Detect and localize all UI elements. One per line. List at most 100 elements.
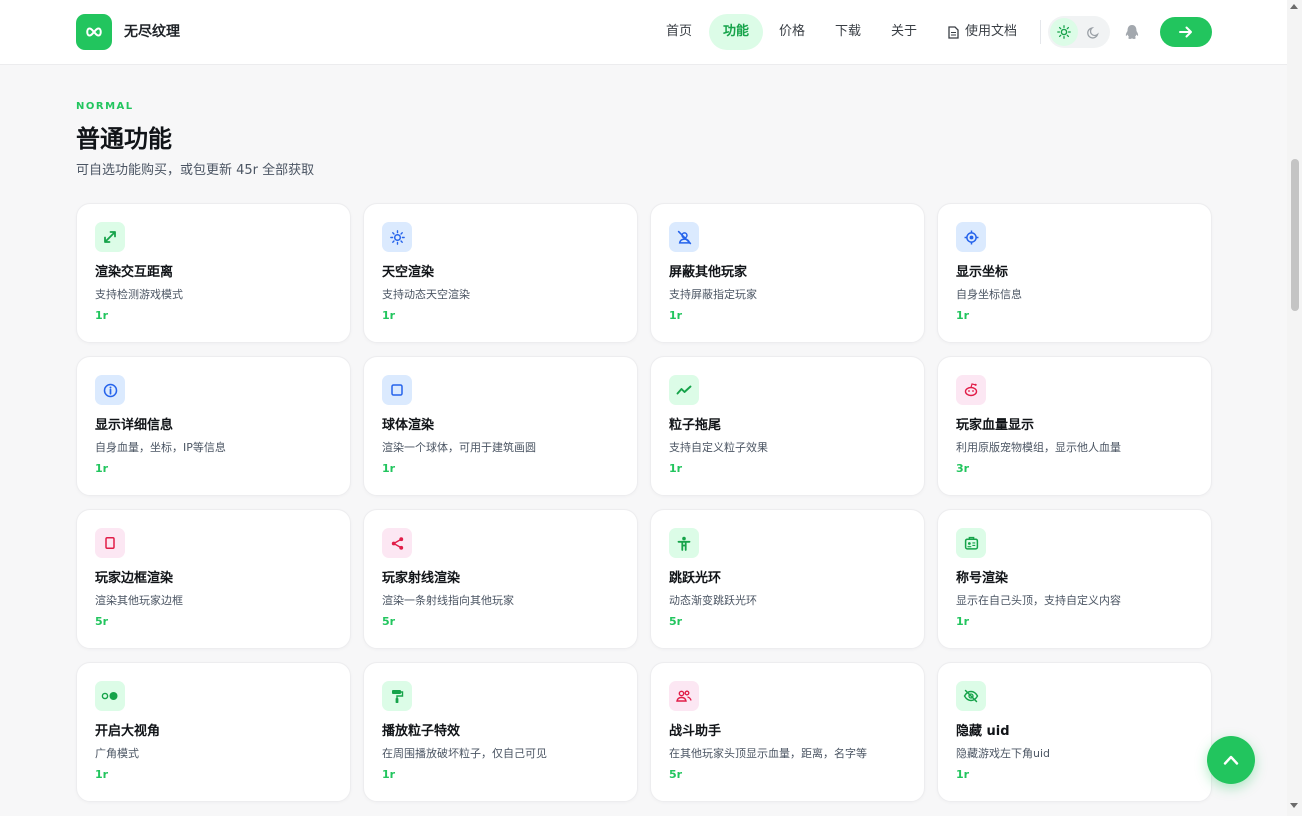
feature-description: 在其他玩家头顶显示血量，距离，名字等 <box>669 747 867 760</box>
feature-card[interactable]: 天空渲染 支持动态天空渲染 1r <box>363 203 638 343</box>
feature-price: 1r <box>956 309 970 322</box>
scrollbar-track[interactable] <box>1287 0 1302 816</box>
feature-title: 隐藏 uid <box>956 724 1010 739</box>
feature-card[interactable]: 渲染交互距离 支持检测游戏模式 1r <box>76 203 351 343</box>
arrow-right-icon <box>1179 26 1192 38</box>
feature-price: 1r <box>956 615 970 628</box>
section-subtitle: 可自选功能购买，或包更新 45r 全部获取 <box>76 163 315 178</box>
info-icon <box>95 375 125 405</box>
feature-card[interactable]: 玩家射线渲染 渲染一条射线指向其他玩家 5r <box>363 509 638 649</box>
feature-title: 球体渲染 <box>382 418 435 433</box>
scroll-to-top-button[interactable] <box>1207 736 1255 784</box>
moon-icon <box>1086 26 1099 39</box>
feature-price: 5r <box>95 615 109 628</box>
nav-docs-label: 使用文档 <box>965 24 1018 39</box>
feature-price: 1r <box>669 462 683 475</box>
get-started-button[interactable] <box>1160 17 1212 47</box>
nav-download[interactable]: 下载 <box>821 14 875 50</box>
feature-price: 1r <box>95 462 109 475</box>
dark-mode-button[interactable] <box>1079 18 1107 46</box>
brand-name: 无尽纹理 <box>124 24 180 40</box>
user-slash-icon <box>669 222 699 252</box>
feature-price: 5r <box>669 615 683 628</box>
feature-card[interactable]: 开启大视角 广角模式 1r <box>76 662 351 802</box>
chevron-up-icon <box>1223 755 1239 765</box>
person-icon <box>669 528 699 558</box>
feature-title: 战斗助手 <box>669 724 722 739</box>
feature-description: 利用原版宠物模组，显示他人血量 <box>956 441 1121 454</box>
feature-title: 显示坐标 <box>956 265 1009 280</box>
feature-description: 渲染一条射线指向其他玩家 <box>382 594 514 607</box>
feature-card[interactable]: 粒子拖尾 支持自定义粒子效果 1r <box>650 356 925 496</box>
square-icon <box>382 375 412 405</box>
document-icon <box>948 25 959 39</box>
feature-title: 屏蔽其他玩家 <box>669 265 748 280</box>
feature-description: 显示在自己头顶，支持自定义内容 <box>956 594 1121 607</box>
sun-icon <box>382 222 412 252</box>
paint-roller-icon <box>382 681 412 711</box>
feature-card[interactable]: 显示坐标 自身坐标信息 1r <box>937 203 1212 343</box>
feature-description: 动态渐变跳跃光环 <box>669 594 757 607</box>
feature-price: 1r <box>382 309 396 322</box>
feature-card[interactable]: 隐藏 uid 隐藏游戏左下角uid 1r <box>937 662 1212 802</box>
feature-title: 开启大视角 <box>95 724 161 739</box>
feature-card[interactable]: 球体渲染 渲染一个球体，可用于建筑画圆 1r <box>363 356 638 496</box>
feature-description: 隐藏游戏左下角uid <box>956 747 1051 760</box>
feature-description: 渲染其他玩家边框 <box>95 594 183 607</box>
feature-title: 玩家边框渲染 <box>95 571 174 586</box>
light-mode-button[interactable] <box>1050 18 1078 46</box>
feature-card[interactable]: 显示详细信息 自身血量，坐标，IP等信息 1r <box>76 356 351 496</box>
scrollbar-thumb[interactable] <box>1291 159 1299 311</box>
toggle-icon <box>95 681 125 711</box>
scroll-up-arrow[interactable] <box>1290 4 1298 9</box>
penguin-icon <box>1125 24 1139 39</box>
theme-toggle <box>1048 16 1110 48</box>
feature-title: 玩家血量显示 <box>956 418 1035 433</box>
logo[interactable] <box>76 14 112 50</box>
feature-description: 渲染一个球体，可用于建筑画圆 <box>382 441 536 454</box>
feature-price: 1r <box>956 768 970 781</box>
feature-description: 支持动态天空渲染 <box>382 288 470 301</box>
feature-description: 支持检测游戏模式 <box>95 288 183 301</box>
feature-price: 1r <box>669 309 683 322</box>
feature-card[interactable]: 屏蔽其他玩家 支持屏蔽指定玩家 1r <box>650 203 925 343</box>
feature-title: 渲染交互距离 <box>95 265 174 280</box>
feature-description: 自身血量，坐标，IP等信息 <box>95 441 226 454</box>
feature-description: 广角模式 <box>95 747 139 760</box>
feature-card[interactable]: 玩家血量显示 利用原版宠物模组，显示他人血量 3r <box>937 356 1212 496</box>
rectangle-icon <box>95 528 125 558</box>
nav-features[interactable]: 功能 <box>709 14 764 50</box>
feature-price: 1r <box>382 768 396 781</box>
feature-title: 玩家射线渲染 <box>382 571 461 586</box>
expand-arrows-icon <box>95 222 125 252</box>
infinity-icon <box>86 27 102 37</box>
scroll-down-arrow[interactable] <box>1290 803 1298 808</box>
nav-pricing[interactable]: 价格 <box>765 14 819 50</box>
nav-docs[interactable]: 使用文档 <box>934 14 1031 50</box>
feature-title: 跳跃光环 <box>669 571 722 586</box>
users-icon <box>669 681 699 711</box>
feature-price: 5r <box>382 615 396 628</box>
feature-card[interactable]: 称号渲染 显示在自己头顶，支持自定义内容 1r <box>937 509 1212 649</box>
top-navbar: 无尽纹理 首页 功能 价格 下载 关于 使用文档 <box>0 0 1287 65</box>
eye-slash-icon <box>956 681 986 711</box>
feature-title: 播放粒子特效 <box>382 724 461 739</box>
qq-icon[interactable] <box>1122 22 1142 42</box>
nav-home[interactable]: 首页 <box>652 14 706 50</box>
feature-card[interactable]: 跳跃光环 动态渐变跳跃光环 5r <box>650 509 925 649</box>
trend-line-icon <box>669 375 699 405</box>
id-badge-icon <box>956 528 986 558</box>
feature-card[interactable]: 战斗助手 在其他玩家头顶显示血量，距离，名字等 5r <box>650 662 925 802</box>
feature-description: 支持屏蔽指定玩家 <box>669 288 757 301</box>
sun-icon <box>1057 25 1071 39</box>
feature-description: 在周围播放破坏粒子，仅自己可见 <box>382 747 547 760</box>
section-title: 普通功能 <box>76 125 172 153</box>
crosshair-icon <box>956 222 986 252</box>
feature-card[interactable]: 播放粒子特效 在周围播放破坏粒子，仅自己可见 1r <box>363 662 638 802</box>
feature-price: 1r <box>95 768 109 781</box>
feature-title: 天空渲染 <box>382 265 435 280</box>
nav-about[interactable]: 关于 <box>877 14 931 50</box>
feature-card[interactable]: 玩家边框渲染 渲染其他玩家边框 5r <box>76 509 351 649</box>
reddit-icon <box>956 375 986 405</box>
feature-price: 5r <box>669 768 683 781</box>
